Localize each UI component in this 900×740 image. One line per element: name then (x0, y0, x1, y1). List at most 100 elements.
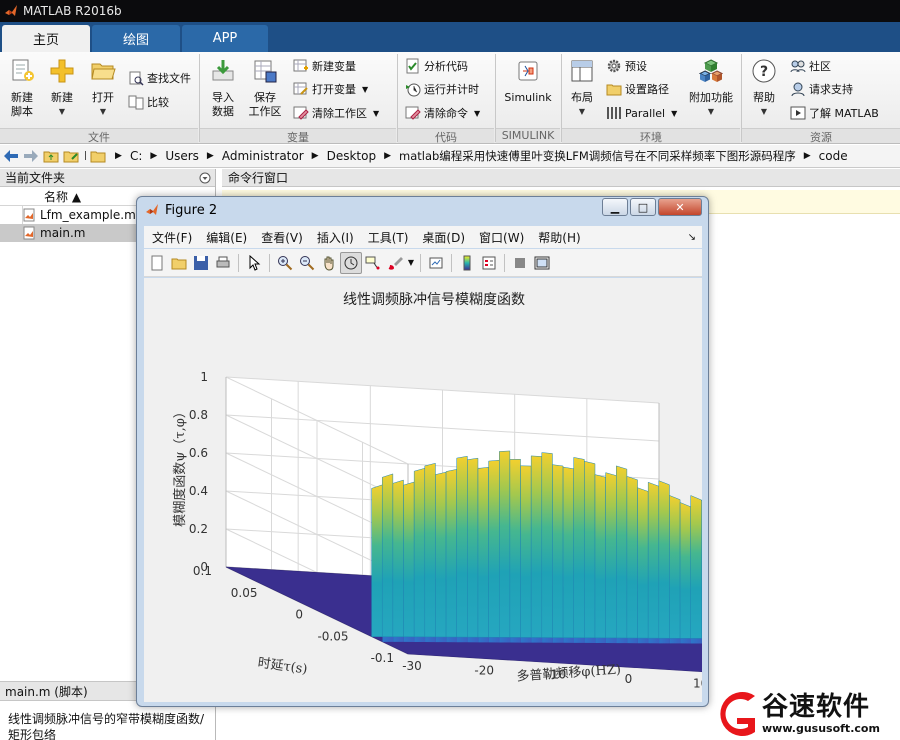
analyze-code-button[interactable]: 分析代码 (405, 56, 468, 76)
surface-ridge-strip (552, 464, 564, 638)
breadcrumb-arrow-icon[interactable]: ▶ (312, 151, 319, 161)
compare-button[interactable]: 比较 (128, 92, 169, 112)
new-variable-button[interactable]: 新建变量 (293, 56, 356, 76)
name-column-label: 名称 ▲ (44, 189, 82, 204)
colorbar-icon[interactable] (456, 252, 478, 274)
simulink-button[interactable]: Simulink (500, 58, 556, 105)
addons-dropdown-icon[interactable]: ▼ (688, 105, 734, 119)
pan-hand-icon[interactable] (318, 252, 340, 274)
maximize-button[interactable]: □ (630, 198, 656, 216)
browse-folder-icon[interactable] (62, 147, 80, 165)
clear-workspace-label: 清除工作区 (312, 107, 367, 120)
toolbar-separator (269, 253, 270, 272)
parallel-dropdown-icon[interactable]: ▼ (671, 109, 677, 118)
zoom-in-icon[interactable] (274, 252, 296, 274)
hide-plot-tools-icon[interactable] (509, 252, 531, 274)
open-variable-dropdown-icon[interactable]: ▼ (362, 85, 368, 94)
brush-icon[interactable] (384, 252, 406, 274)
clear-commands-button[interactable]: 清除命令 ▼ (405, 103, 480, 123)
help-dropdown-icon[interactable]: ▼ (748, 105, 780, 119)
help-button[interactable]: ? 帮助 ▼ (748, 58, 780, 119)
data-cursor-icon[interactable] (362, 252, 384, 274)
breadcrumb-arrow-icon[interactable]: ▶ (207, 151, 214, 161)
clear-workspace-dropdown-icon[interactable]: ▼ (373, 109, 379, 118)
open-variable-button[interactable]: 打开变量 ▼ (293, 79, 368, 99)
up-folder-icon[interactable] (42, 147, 60, 165)
close-button[interactable]: ✕ (658, 198, 702, 216)
breadcrumb-arrow-icon[interactable]: ▶ (804, 151, 811, 161)
parallel-button[interactable]: Parallel ▼ (606, 103, 677, 123)
set-path-button[interactable]: 设置路径 (606, 79, 669, 99)
surface-ridge-strip (371, 484, 383, 637)
breadcrumb-item[interactable]: matlab编程采用快速傅里叶变换LFM调频信号在不同采样频率下图形源码程序 (399, 148, 796, 164)
new-button[interactable]: 新建 ▼ (42, 58, 82, 119)
save-icon[interactable] (190, 252, 212, 274)
breadcrumb-item[interactable]: code (819, 149, 848, 163)
menu-help[interactable]: 帮助(H) (538, 229, 580, 246)
open-dropdown-icon[interactable]: ▼ (84, 105, 122, 119)
surface-ridge-strip (499, 450, 511, 638)
svg-text:?: ? (760, 64, 768, 80)
clear-commands-dropdown-icon[interactable]: ▼ (474, 109, 480, 118)
save-workspace-button[interactable]: 保存 工作区 (245, 58, 285, 119)
new-figure-icon[interactable] (146, 252, 168, 274)
menu-file[interactable]: 文件(F) (152, 229, 192, 246)
panel-actions-icon[interactable] (199, 172, 211, 184)
menu-view[interactable]: 查看(V) (261, 229, 303, 246)
preferences-button[interactable]: 预设 (606, 56, 647, 76)
link-plot-icon[interactable] (425, 252, 447, 274)
print-icon[interactable] (212, 252, 234, 274)
layout-button[interactable]: 布局 ▼ (566, 58, 598, 119)
brush-dropdown-icon[interactable]: ▼ (406, 252, 416, 274)
breadcrumb-arrow-icon[interactable]: ▶ (384, 151, 391, 161)
menu-insert[interactable]: 插入(I) (317, 229, 354, 246)
breadcrumb-item[interactable]: C: (130, 149, 142, 163)
community-button[interactable]: 社区 (790, 56, 831, 76)
matlab-file-icon (23, 208, 35, 222)
show-plot-tools-icon[interactable] (531, 252, 553, 274)
open-button[interactable]: 打开 ▼ (84, 58, 122, 119)
tab-plots[interactable]: 绘图 (92, 25, 180, 52)
learn-matlab-button[interactable]: 了解 MATLAB (790, 103, 879, 123)
minimize-button[interactable]: ▁ (602, 198, 628, 216)
support-icon (791, 82, 805, 97)
legend-icon[interactable] (478, 252, 500, 274)
breadcrumb-item[interactable]: Administrator (222, 149, 304, 163)
menu-desktop[interactable]: 桌面(D) (422, 229, 465, 246)
clear-workspace-button[interactable]: 清除工作区 ▼ (293, 103, 379, 123)
breadcrumb-arrow-icon[interactable]: ▶ (150, 151, 157, 161)
z-tick-label: 0.6 (189, 446, 208, 460)
rotate-3d-icon[interactable] (340, 251, 362, 274)
figure-canvas[interactable]: -30-20-100102030-0.1-0.0500.050.100.20.4… (144, 278, 853, 702)
compare-label: 比较 (147, 96, 169, 109)
figure-window[interactable]: Figure 2 ▁ □ ✕ 文件(F) 编辑(E) 查看(V) 插入(I) 工… (136, 196, 853, 707)
breadcrumb-item[interactable]: Users (165, 149, 199, 163)
x-axis-label: 多普勒频移φ(HZ) (516, 661, 621, 684)
request-support-button[interactable]: 请求支持 (790, 79, 853, 99)
tab-home-label: 主页 (32, 33, 59, 48)
breadcrumb-item[interactable]: Desktop (327, 149, 377, 163)
surface-ridge-strip (637, 487, 649, 639)
run-and-time-button[interactable]: 运行并计时 (405, 79, 479, 99)
y-tick-label: 0 (295, 608, 303, 622)
surface-ridge-strip (658, 480, 670, 639)
open-file-icon[interactable] (168, 252, 190, 274)
ambiguity-surface-plot[interactable]: -30-20-100102030-0.1-0.0500.050.100.20.4… (144, 278, 853, 702)
tab-apps[interactable]: APP (182, 25, 268, 52)
zoom-out-icon[interactable] (296, 252, 318, 274)
tab-home[interactable]: 主页 (2, 25, 90, 52)
layout-dropdown-icon[interactable]: ▼ (566, 105, 598, 119)
import-data-button[interactable]: 导入 数据 (205, 58, 241, 119)
menu-window[interactable]: 窗口(W) (479, 229, 524, 246)
new-script-button[interactable]: 新建 脚本 (4, 58, 40, 119)
dock-arrow-icon[interactable]: ↘ (688, 232, 696, 243)
new-dropdown-icon[interactable]: ▼ (42, 105, 82, 119)
pointer-icon[interactable] (243, 252, 265, 274)
breadcrumb-arrow-icon[interactable]: ▶ (115, 151, 122, 161)
menu-tools[interactable]: 工具(T) (368, 229, 409, 246)
find-files-button[interactable]: 查找文件 (128, 68, 191, 88)
forward-arrow-icon[interactable] (22, 147, 40, 165)
addons-button[interactable]: 附加功能 ▼ (688, 58, 734, 119)
back-arrow-icon[interactable] (2, 147, 20, 165)
menu-edit[interactable]: 编辑(E) (206, 229, 247, 246)
